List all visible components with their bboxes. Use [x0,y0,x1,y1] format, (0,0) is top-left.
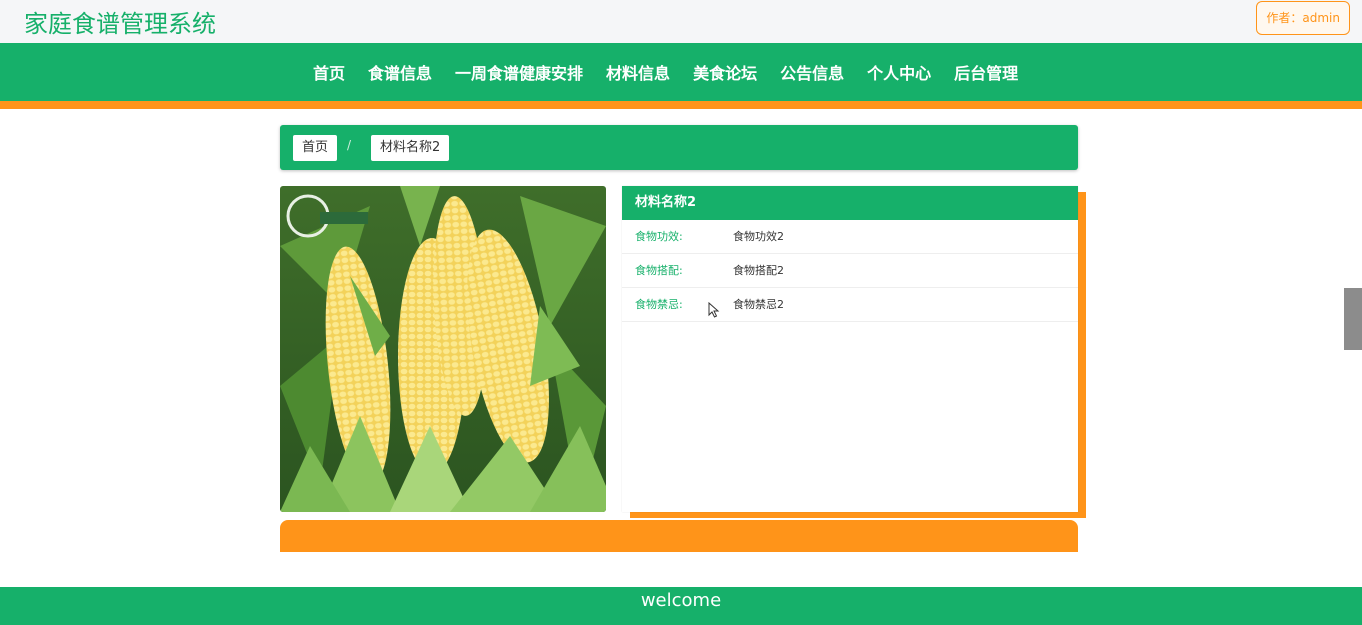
nav-item-profile[interactable]: 个人中心 [855,60,942,84]
detail-label: 食物功效: [635,230,683,243]
mouse-cursor-icon [708,302,720,318]
scrollbar-thumb[interactable] [1344,288,1362,350]
corn-image-icon [280,186,606,512]
nav-item-materials[interactable]: 材料信息 [594,60,681,84]
main-nav: 首页 食谱信息 一周食谱健康安排 材料信息 美食论坛 公告信息 个人中心 后台管… [0,43,1362,109]
detail-row-efficacy: 食物功效: 食物功效2 [622,220,1078,254]
footer-text: welcome [640,590,722,611]
nav-item-admin[interactable]: 后台管理 [942,60,1029,84]
detail-title: 材料名称2 [622,186,1078,220]
top-bar: 家庭食谱管理系统 作者：admin [0,0,1362,43]
orange-strip [280,520,1078,552]
corn-photo [280,186,606,512]
detail-label: 食物禁忌: [635,298,683,311]
detail-panel: 材料名称2 食物功效: 食物功效2 食物搭配: 食物搭配2 食物禁忌: 食物禁忌… [622,186,1078,512]
detail-label: 食物搭配: [635,264,683,277]
detail-row-pairing: 食物搭配: 食物搭配2 [622,254,1078,288]
nav-item-weekly-plan[interactable]: 一周食谱健康安排 [443,60,594,84]
breadcrumb-current: 材料名称2 [371,135,450,161]
footer: welcome [0,587,1362,625]
detail-value: 食物功效2 [733,230,784,243]
breadcrumb-home[interactable]: 首页 [293,135,338,161]
detail-value: 食物禁忌2 [733,298,784,311]
detail-value: 食物搭配2 [733,264,784,277]
nav-item-home[interactable]: 首页 [301,60,356,84]
nav-list: 首页 食谱信息 一周食谱健康安排 材料信息 美食论坛 公告信息 个人中心 后台管… [301,43,1029,101]
nav-item-notices[interactable]: 公告信息 [768,60,855,84]
author-badge[interactable]: 作者：admin [1256,1,1350,35]
site-title: 家庭食谱管理系统 [24,10,216,38]
nav-item-recipes[interactable]: 食谱信息 [356,60,443,84]
breadcrumb: 首页 / 材料名称2 [280,125,1078,170]
nav-item-forum[interactable]: 美食论坛 [681,60,768,84]
detail-row-taboo: 食物禁忌: 食物禁忌2 [622,288,1078,322]
breadcrumb-separator: / [347,138,352,152]
